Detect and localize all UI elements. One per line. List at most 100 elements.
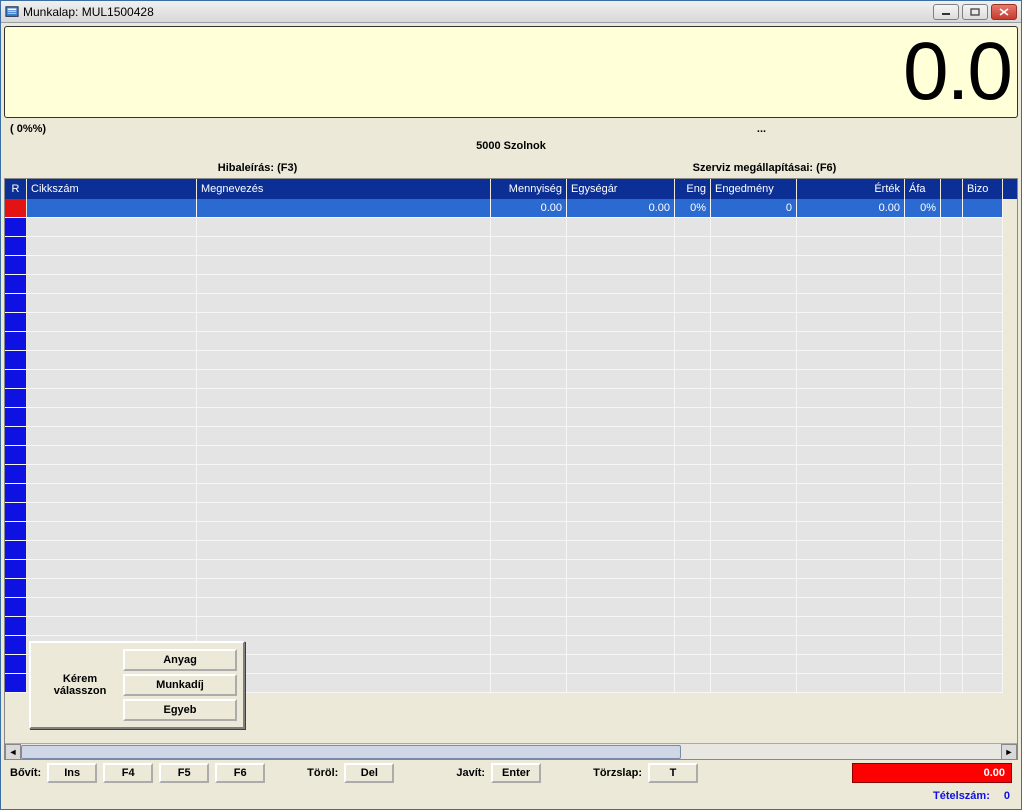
- table-row[interactable]: [5, 579, 1017, 598]
- grid-cell[interactable]: [963, 503, 1003, 522]
- grid-cell[interactable]: [27, 503, 197, 522]
- table-row[interactable]: [5, 598, 1017, 617]
- grid-cell[interactable]: [797, 275, 905, 294]
- grid-cell[interactable]: [941, 598, 963, 617]
- grid-cell[interactable]: [567, 598, 675, 617]
- grid-cell[interactable]: [797, 655, 905, 674]
- grid-cell[interactable]: [675, 598, 711, 617]
- grid-cell[interactable]: [797, 522, 905, 541]
- munkadij-button[interactable]: Munkadíj: [123, 674, 237, 696]
- grid-cell[interactable]: [797, 427, 905, 446]
- grid-cell[interactable]: [675, 294, 711, 313]
- grid-cell[interactable]: [963, 484, 1003, 503]
- grid-cell[interactable]: [711, 294, 797, 313]
- grid-cell[interactable]: [491, 313, 567, 332]
- grid-cell[interactable]: [675, 522, 711, 541]
- grid-cell[interactable]: [963, 655, 1003, 674]
- grid-cell[interactable]: [491, 598, 567, 617]
- grid-cell[interactable]: [27, 313, 197, 332]
- grid-cell[interactable]: [963, 636, 1003, 655]
- close-button[interactable]: [991, 4, 1017, 20]
- grid-cell[interactable]: [5, 408, 27, 427]
- grid-cell[interactable]: [5, 275, 27, 294]
- grid-cell[interactable]: [567, 522, 675, 541]
- grid-cell[interactable]: [963, 256, 1003, 275]
- t-button[interactable]: T: [648, 763, 698, 783]
- grid-cell[interactable]: [797, 294, 905, 313]
- table-row[interactable]: [5, 389, 1017, 408]
- grid-cell[interactable]: [941, 446, 963, 465]
- grid-cell[interactable]: [5, 313, 27, 332]
- grid-cell[interactable]: [491, 275, 567, 294]
- grid-cell[interactable]: [491, 484, 567, 503]
- grid-cell[interactable]: [5, 237, 27, 256]
- grid-cell[interactable]: [675, 332, 711, 351]
- grid-cell[interactable]: [567, 617, 675, 636]
- grid-cell[interactable]: [491, 389, 567, 408]
- table-row[interactable]: [5, 484, 1017, 503]
- grid-cell[interactable]: [963, 427, 1003, 446]
- col-eng[interactable]: Eng: [675, 179, 711, 199]
- grid-cell[interactable]: [941, 389, 963, 408]
- grid-cell[interactable]: [5, 351, 27, 370]
- grid-cell[interactable]: [197, 370, 491, 389]
- grid-cell[interactable]: [567, 313, 675, 332]
- grid-cell[interactable]: [711, 503, 797, 522]
- table-row[interactable]: [5, 427, 1017, 446]
- grid-cell[interactable]: [905, 541, 941, 560]
- grid-cell[interactable]: [941, 332, 963, 351]
- grid-cell[interactable]: [675, 237, 711, 256]
- grid-cell[interactable]: [941, 218, 963, 237]
- grid-cell[interactable]: [197, 560, 491, 579]
- grid-cell[interactable]: [797, 560, 905, 579]
- grid-cell[interactable]: [675, 503, 711, 522]
- grid-cell[interactable]: [711, 541, 797, 560]
- grid-cell[interactable]: [941, 560, 963, 579]
- grid-cell[interactable]: [675, 218, 711, 237]
- grid-cell[interactable]: [27, 332, 197, 351]
- grid-cell[interactable]: [905, 218, 941, 237]
- grid-cell[interactable]: [491, 579, 567, 598]
- grid-cell[interactable]: [941, 313, 963, 332]
- grid-cell[interactable]: [567, 351, 675, 370]
- grid-cell[interactable]: [197, 389, 491, 408]
- grid-cell[interactable]: [905, 503, 941, 522]
- grid-cell[interactable]: [5, 256, 27, 275]
- grid-cell[interactable]: [567, 275, 675, 294]
- grid-cell[interactable]: [675, 560, 711, 579]
- grid-cell[interactable]: [675, 408, 711, 427]
- grid-cell[interactable]: [197, 503, 491, 522]
- col-mennyiseg[interactable]: Mennyiség: [491, 179, 567, 199]
- grid-cell[interactable]: [711, 389, 797, 408]
- grid-cell[interactable]: [797, 389, 905, 408]
- grid-cell[interactable]: [5, 579, 27, 598]
- grid-cell[interactable]: [675, 465, 711, 484]
- table-row[interactable]: [5, 218, 1017, 237]
- grid-cell[interactable]: [491, 218, 567, 237]
- grid-cell[interactable]: 0%: [905, 199, 941, 218]
- grid-cell[interactable]: [711, 370, 797, 389]
- horizontal-scrollbar[interactable]: ◄ ►: [5, 743, 1017, 759]
- grid-cell[interactable]: [567, 332, 675, 351]
- grid-cell[interactable]: [567, 446, 675, 465]
- grid-cell[interactable]: [197, 275, 491, 294]
- scroll-right-icon[interactable]: ►: [1001, 744, 1017, 760]
- grid-cell[interactable]: [963, 294, 1003, 313]
- grid-cell[interactable]: [27, 294, 197, 313]
- grid-cell[interactable]: [941, 370, 963, 389]
- grid-cell[interactable]: [797, 332, 905, 351]
- grid-cell[interactable]: [905, 294, 941, 313]
- grid-cell[interactable]: [675, 655, 711, 674]
- grid-cell[interactable]: [197, 218, 491, 237]
- grid-cell[interactable]: 0.00: [797, 199, 905, 218]
- grid-cell[interactable]: [197, 332, 491, 351]
- grid-cell[interactable]: [963, 598, 1003, 617]
- grid-cell[interactable]: [27, 427, 197, 446]
- grid-cell[interactable]: [675, 370, 711, 389]
- grid-cell[interactable]: [711, 218, 797, 237]
- grid-cell[interactable]: [567, 408, 675, 427]
- grid-cell[interactable]: [711, 484, 797, 503]
- grid-cell[interactable]: [27, 370, 197, 389]
- table-row[interactable]: [5, 541, 1017, 560]
- grid-cell[interactable]: [27, 218, 197, 237]
